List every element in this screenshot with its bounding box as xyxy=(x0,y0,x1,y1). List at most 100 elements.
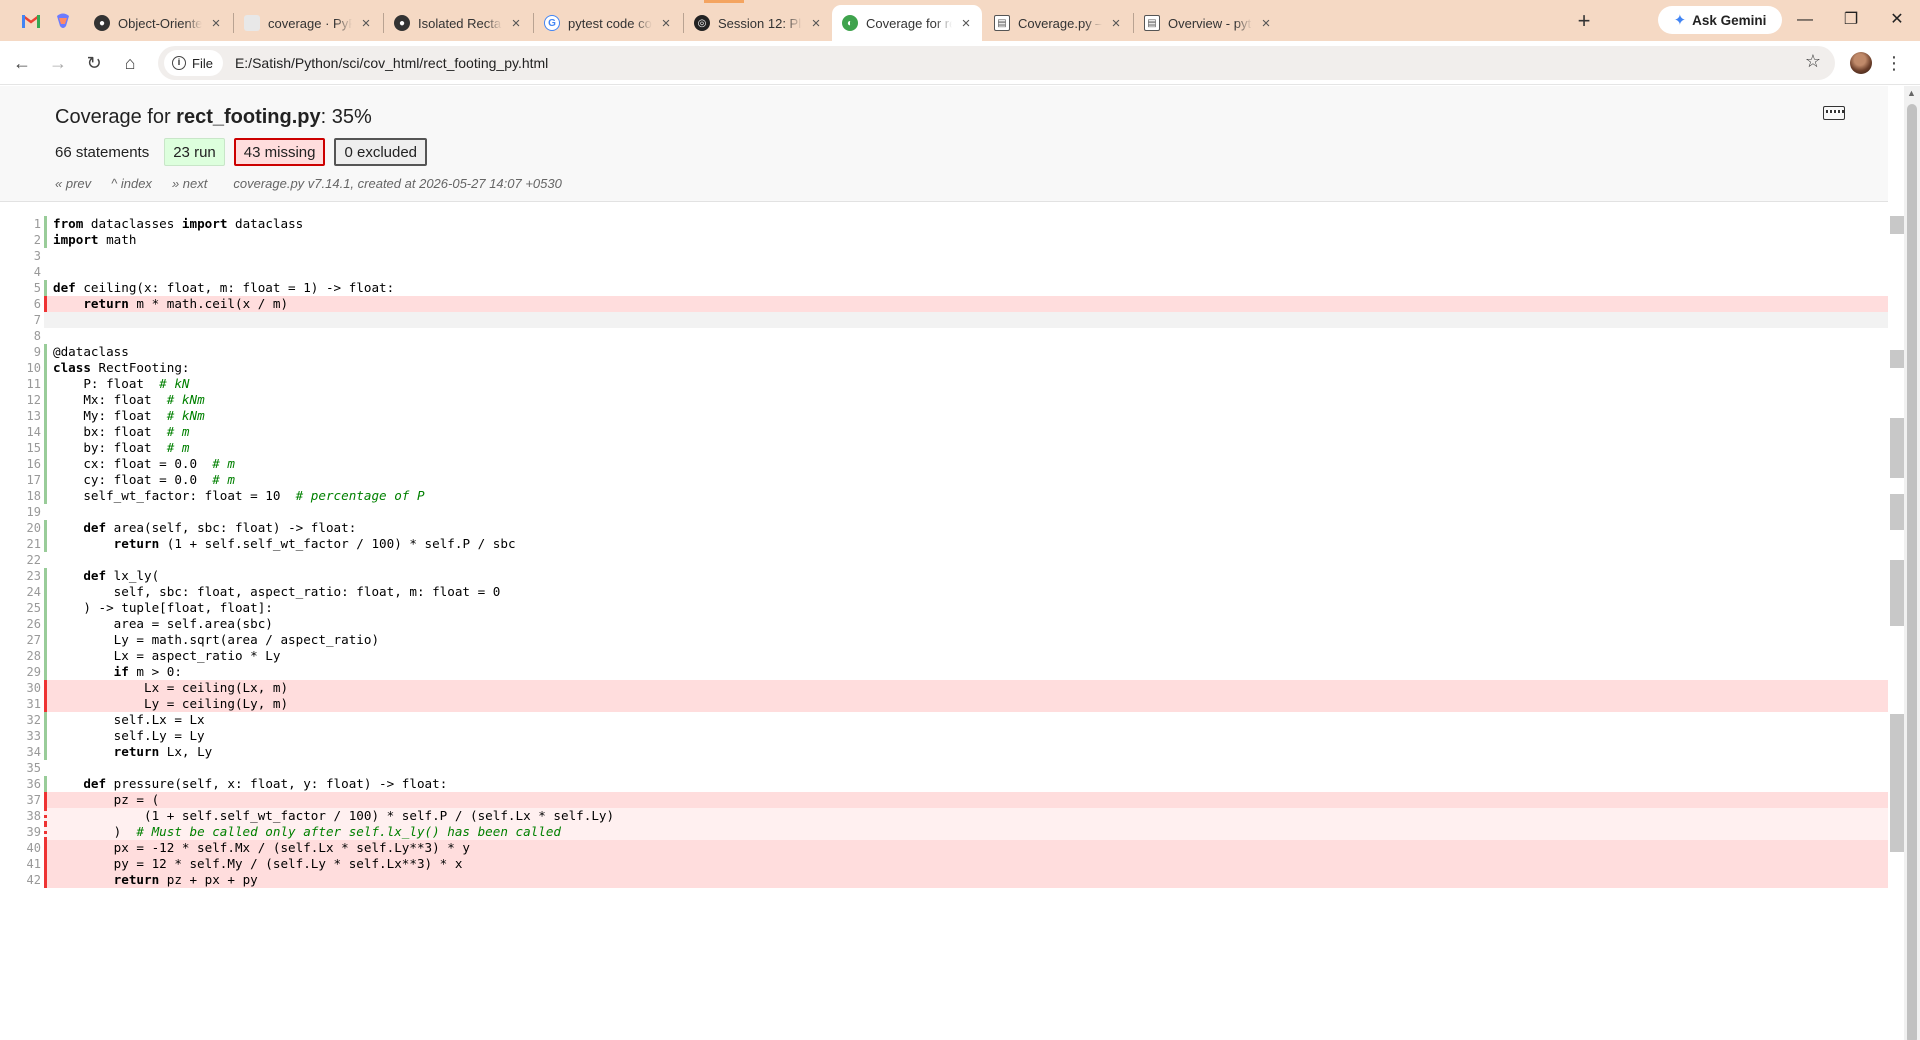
tab-object-oriented[interactable]: ● Object-Oriented Pyth × xyxy=(84,5,232,41)
line-number[interactable]: 1 xyxy=(0,216,44,232)
next-link[interactable]: » next xyxy=(172,176,207,191)
source-line: 39 ) # Must be called only after self.lx… xyxy=(0,824,1888,840)
line-number[interactable]: 16 xyxy=(0,456,44,472)
statements-count: 66 statements xyxy=(55,143,150,161)
line-number[interactable]: 11 xyxy=(0,376,44,392)
line-number[interactable]: 15 xyxy=(0,440,44,456)
scrollbar-thumb[interactable] xyxy=(1907,104,1917,1040)
line-number[interactable]: 38 xyxy=(0,808,44,824)
line-number[interactable]: 39 xyxy=(0,824,44,840)
line-number[interactable]: 3 xyxy=(0,248,44,264)
line-number[interactable]: 35 xyxy=(0,760,44,776)
vertical-scrollbar[interactable]: ▲ xyxy=(1904,86,1920,1040)
line-code: ) -> tuple[float, float]: xyxy=(44,600,1888,616)
line-number[interactable]: 9 xyxy=(0,344,44,360)
site-info-chip[interactable]: i File xyxy=(164,50,223,76)
new-tab-button[interactable]: + xyxy=(1570,7,1598,35)
line-number[interactable]: 19 xyxy=(0,504,44,520)
line-number[interactable]: 33 xyxy=(0,728,44,744)
line-number[interactable]: 18 xyxy=(0,488,44,504)
gmail-pinned-tab[interactable] xyxy=(16,6,46,36)
close-tab-icon[interactable]: × xyxy=(1258,15,1274,32)
source-line: 32 self.Lx = Lx xyxy=(0,712,1888,728)
close-tab-icon[interactable]: × xyxy=(358,15,374,32)
minimize-window-button[interactable]: — xyxy=(1790,6,1820,34)
line-number[interactable]: 29 xyxy=(0,664,44,680)
line-number[interactable]: 21 xyxy=(0,536,44,552)
address-bar[interactable]: i File E:/Satish/Python/sci/cov_html/rec… xyxy=(158,46,1835,80)
tab-pytest-code-coverage[interactable]: G pytest code coverage × xyxy=(534,5,682,41)
line-number[interactable]: 4 xyxy=(0,264,44,280)
chatgpt-icon: ◎ xyxy=(694,15,710,31)
line-number[interactable]: 17 xyxy=(0,472,44,488)
line-number[interactable]: 10 xyxy=(0,360,44,376)
line-number[interactable]: 40 xyxy=(0,840,44,856)
close-tab-icon[interactable]: × xyxy=(1108,15,1124,32)
source-line: 37 pz = ( xyxy=(0,792,1888,808)
source-line: 10 class RectFooting: xyxy=(0,360,1888,376)
line-number[interactable]: 5 xyxy=(0,280,44,296)
line-number[interactable]: 36 xyxy=(0,776,44,792)
tab-coverage-docs[interactable]: ▤ Coverage.py — Cove × xyxy=(984,5,1132,41)
copilot-pinned-tab[interactable] xyxy=(48,6,78,36)
tab-coverage-pypi[interactable]: coverage · PyPI × xyxy=(234,5,382,41)
missing-filter-button[interactable]: 43 missing xyxy=(233,138,326,166)
close-tab-icon[interactable]: × xyxy=(808,15,824,32)
scroll-up-icon[interactable]: ▲ xyxy=(1907,88,1916,98)
line-number[interactable]: 6 xyxy=(0,296,44,312)
close-tab-icon[interactable]: × xyxy=(658,15,674,32)
tab-coverage-rect-footing[interactable]: ◐ Coverage for rect_foo × xyxy=(832,5,982,41)
line-code: pz = ( xyxy=(44,792,1888,808)
line-number[interactable]: 27 xyxy=(0,632,44,648)
line-number[interactable]: 34 xyxy=(0,744,44,760)
run-filter-button[interactable]: 23 run xyxy=(164,138,225,166)
tab-isolated-rectangular[interactable]: ● Isolated Rectangular × xyxy=(384,5,532,41)
line-number[interactable]: 7 xyxy=(0,312,44,328)
line-number[interactable]: 22 xyxy=(0,552,44,568)
line-number[interactable]: 8 xyxy=(0,328,44,344)
line-number[interactable]: 26 xyxy=(0,616,44,632)
tab-session-12[interactable]: ◎ Session 12: Planned I × xyxy=(684,0,832,41)
line-number[interactable]: 20 xyxy=(0,520,44,536)
index-link[interactable]: ^ index xyxy=(111,176,152,191)
line-code: return m * math.ceil(x / m) xyxy=(44,296,1888,312)
url-text[interactable]: E:/Satish/Python/sci/cov_html/rect_footi… xyxy=(235,55,548,71)
line-number[interactable]: 2 xyxy=(0,232,44,248)
reload-button[interactable]: ↻ xyxy=(80,49,108,77)
close-tab-icon[interactable]: × xyxy=(508,15,524,32)
profile-avatar[interactable] xyxy=(1850,52,1872,74)
close-tab-icon[interactable]: × xyxy=(958,15,974,32)
close-tab-icon[interactable]: × xyxy=(208,15,224,32)
line-number[interactable]: 32 xyxy=(0,712,44,728)
line-number[interactable]: 42 xyxy=(0,872,44,888)
source-line: 23 def lx_ly( xyxy=(0,568,1888,584)
tab-pytest-cov-overview[interactable]: ▤ Overview - pytest-co × xyxy=(1134,5,1282,41)
forward-button[interactable]: → xyxy=(44,49,72,77)
browser-menu-icon[interactable]: ⋮ xyxy=(1884,49,1904,77)
close-window-button[interactable]: ✕ xyxy=(1882,6,1912,34)
source-line: 11 P: float # kN xyxy=(0,376,1888,392)
line-number[interactable]: 41 xyxy=(0,856,44,872)
line-number[interactable]: 31 xyxy=(0,696,44,712)
line-number[interactable]: 24 xyxy=(0,584,44,600)
line-number[interactable]: 14 xyxy=(0,424,44,440)
line-code: self_wt_factor: float = 10 # percentage … xyxy=(44,488,1888,504)
prev-link[interactable]: « prev xyxy=(55,176,91,191)
bookmark-star-icon[interactable]: ☆ xyxy=(1805,51,1821,72)
excluded-filter-button[interactable]: 0 excluded xyxy=(334,138,428,166)
line-number[interactable]: 37 xyxy=(0,792,44,808)
restore-window-button[interactable]: ❐ xyxy=(1836,6,1866,34)
line-number[interactable]: 13 xyxy=(0,408,44,424)
line-number[interactable]: 12 xyxy=(0,392,44,408)
line-number[interactable]: 30 xyxy=(0,680,44,696)
keyboard-shortcuts-icon[interactable] xyxy=(1823,106,1845,120)
line-number[interactable]: 25 xyxy=(0,600,44,616)
ask-gemini-button[interactable]: ✦ Ask Gemini xyxy=(1658,6,1782,34)
back-button[interactable]: ← xyxy=(8,49,36,77)
line-number[interactable]: 23 xyxy=(0,568,44,584)
line-number[interactable]: 28 xyxy=(0,648,44,664)
home-button[interactable]: ⌂ xyxy=(116,49,144,77)
